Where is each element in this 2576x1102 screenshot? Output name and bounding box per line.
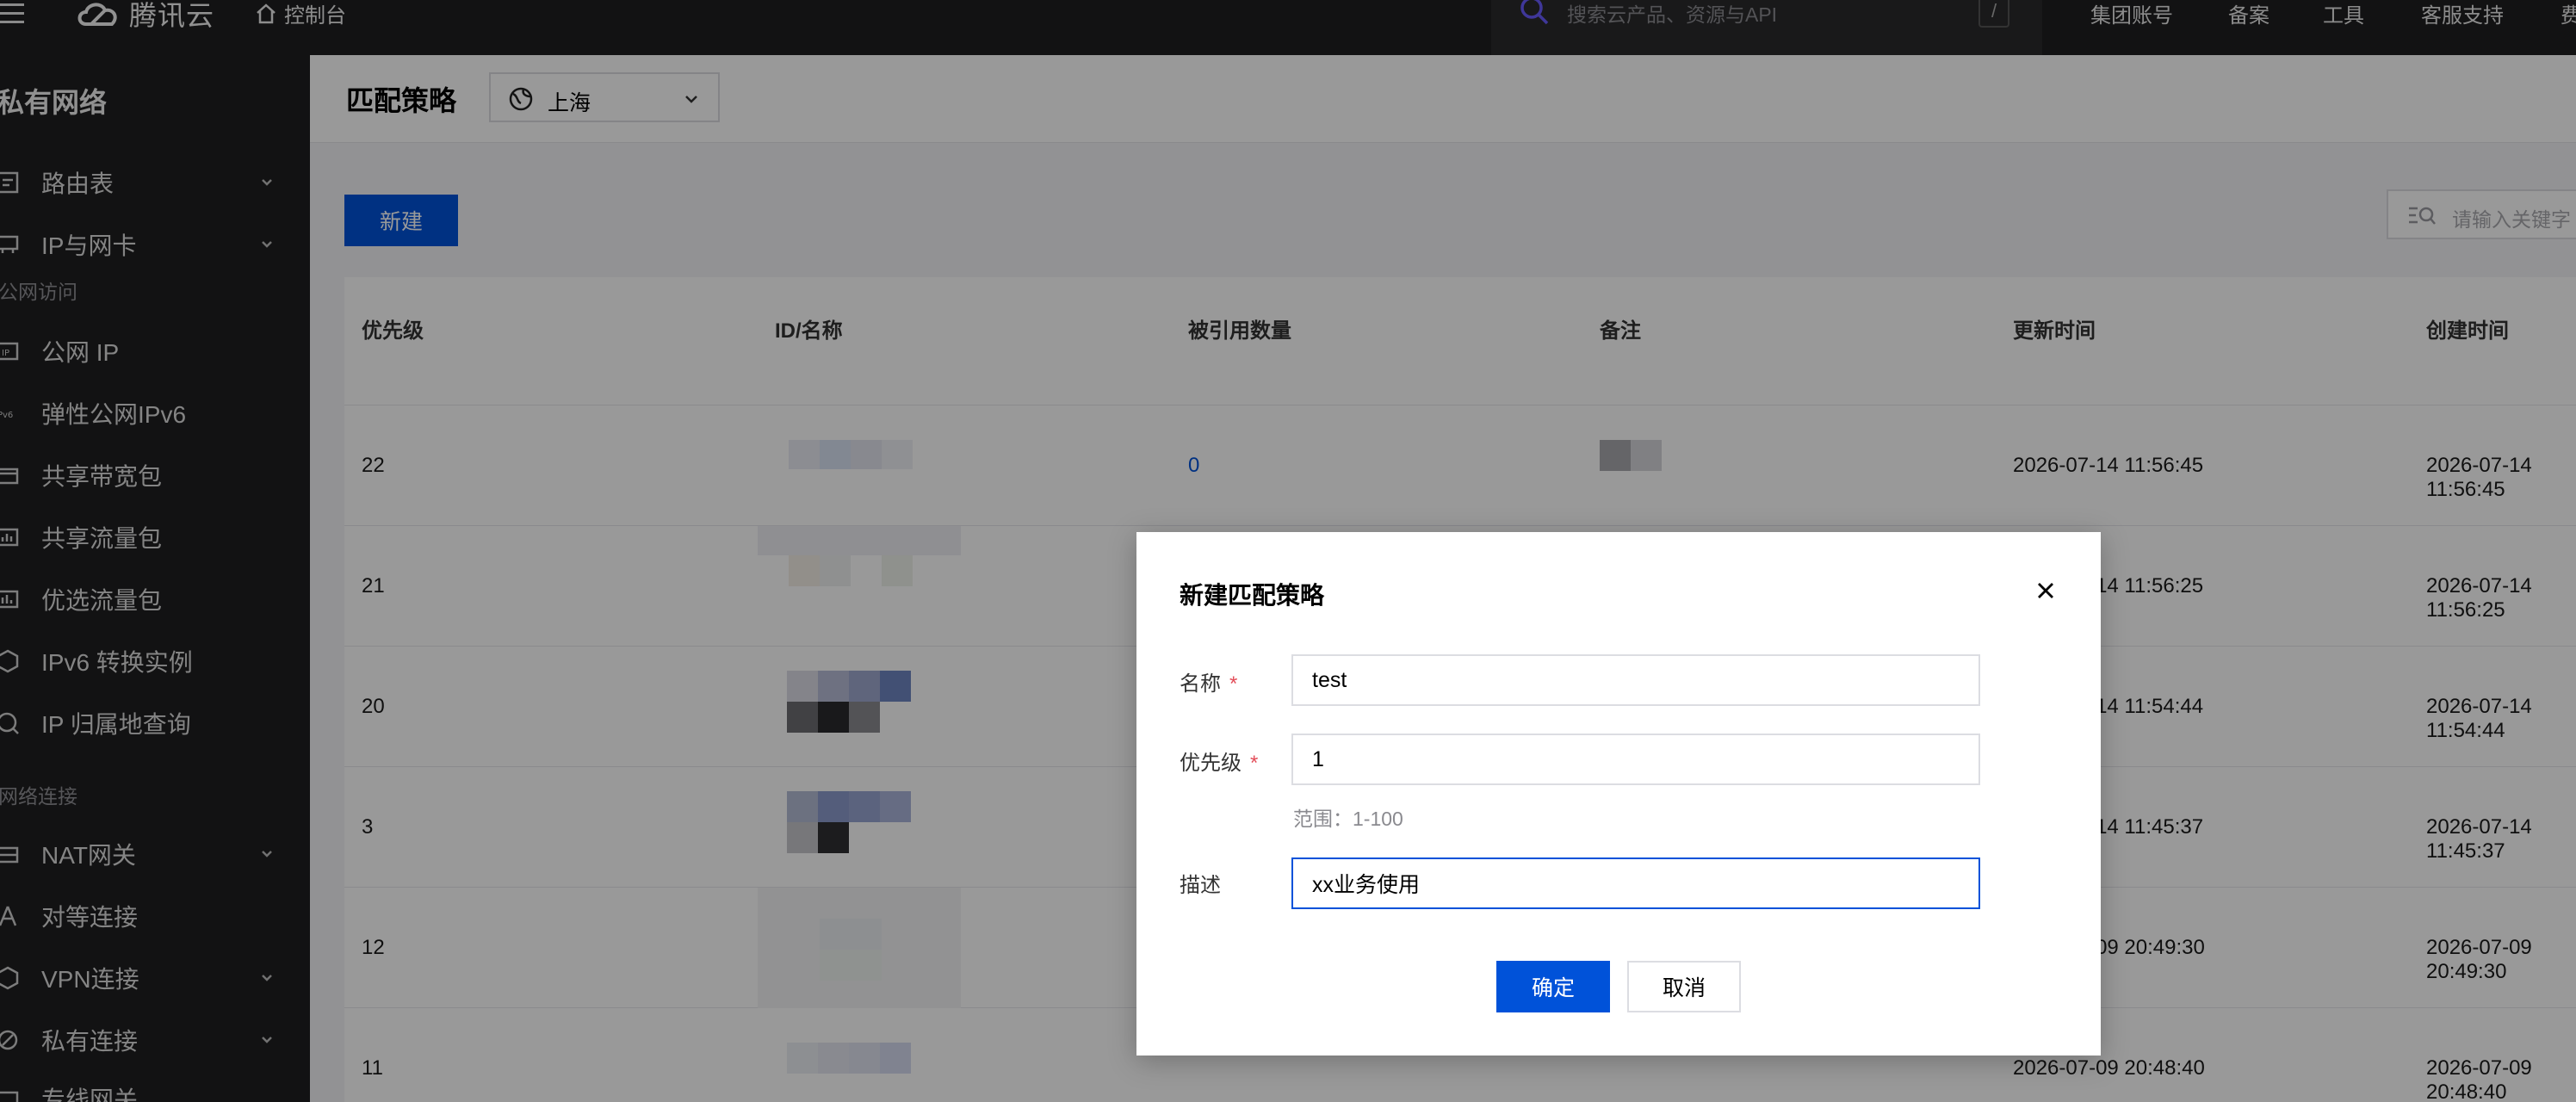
required-mark: * bbox=[1250, 752, 1259, 775]
priority-range-hint: 范围：1-100 bbox=[1293, 808, 1403, 830]
name-label: 名称 * bbox=[1180, 666, 1237, 696]
new-policy-dialog: 新建匹配策略 名称 * 优先级 * 范围：1-100 描述 确定 取消 bbox=[1136, 532, 2101, 1056]
close-icon[interactable] bbox=[2032, 577, 2059, 604]
priority-label-text: 优先级 bbox=[1180, 752, 1242, 775]
priority-field[interactable] bbox=[1291, 734, 1980, 785]
name-label-text: 名称 bbox=[1180, 672, 1221, 696]
dialog-title: 新建匹配策略 bbox=[1180, 582, 1325, 609]
confirm-button[interactable]: 确定 bbox=[1496, 961, 1610, 1012]
cancel-button[interactable]: 取消 bbox=[1627, 961, 1741, 1012]
priority-label: 优先级 * bbox=[1180, 746, 1258, 776]
required-mark: * bbox=[1229, 672, 1238, 696]
description-label: 描述 bbox=[1180, 874, 1221, 897]
name-field[interactable] bbox=[1291, 654, 1980, 706]
description-field[interactable] bbox=[1291, 857, 1980, 909]
